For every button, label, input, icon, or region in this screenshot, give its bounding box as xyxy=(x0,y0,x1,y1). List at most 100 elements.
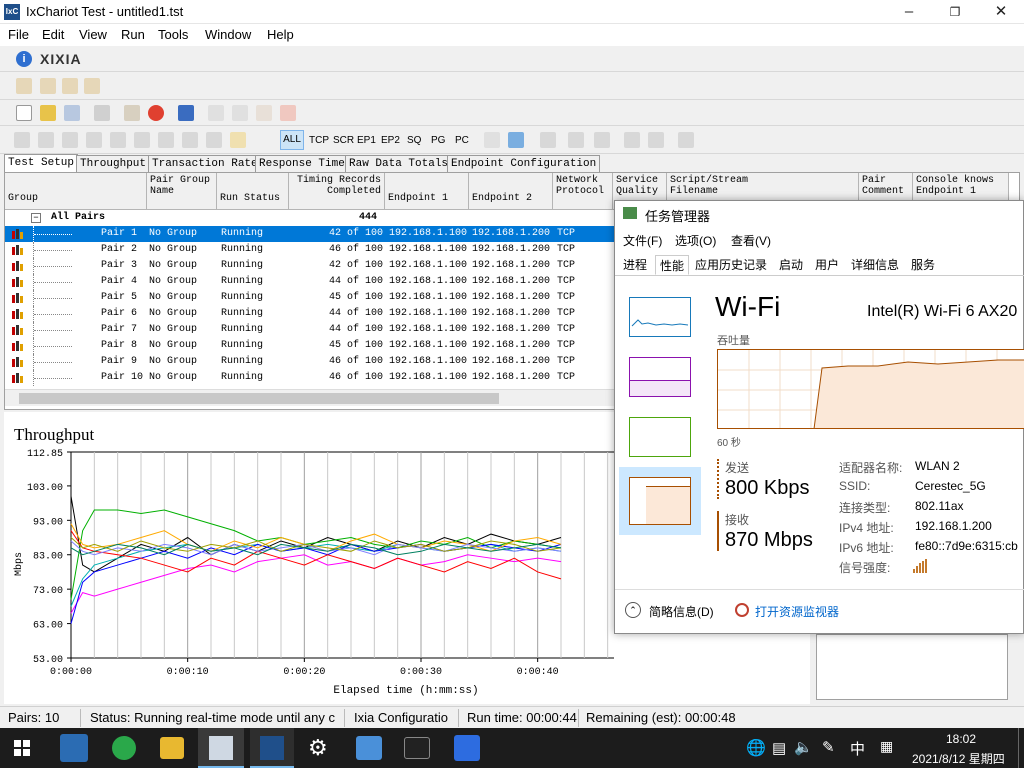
table-row[interactable]: Pair 7 No Group Running 44 of 100 192.168.1.… xyxy=(5,322,615,338)
menu-view[interactable]: View xyxy=(79,27,107,42)
memory-thumbnail[interactable] xyxy=(629,357,691,397)
tab-test-setup[interactable]: Test Setup xyxy=(4,154,79,172)
network-app-icon[interactable] xyxy=(356,736,382,760)
run-icon[interactable] xyxy=(124,105,140,121)
col-group[interactable]: Group xyxy=(5,173,147,210)
ixc-taskbar-button[interactable] xyxy=(250,728,294,768)
edit-icon[interactable] xyxy=(158,132,174,148)
clock-time[interactable]: 18:02 xyxy=(946,732,976,746)
script-icon[interactable] xyxy=(230,132,246,148)
cut-icon[interactable] xyxy=(208,105,224,121)
table-row[interactable]: Pair 6 No Group Running 44 of 100 192.168.1.… xyxy=(5,306,615,322)
terminal-icon[interactable] xyxy=(404,737,430,759)
all-pairs-row[interactable]: − All Pairs 444 xyxy=(5,210,615,226)
table-row[interactable]: Pair 8 No Group Running 45 of 100 192.168.1.… xyxy=(5,338,615,354)
script-icon[interactable] xyxy=(182,132,198,148)
tab-raw-data-totals[interactable]: Raw Data Totals xyxy=(345,155,453,172)
wps-icon[interactable] xyxy=(454,735,480,761)
filter-pg-button[interactable]: PG xyxy=(431,135,445,146)
tm-tab-processes[interactable]: 进程 xyxy=(619,255,651,275)
tab-transaction-rate[interactable]: Transaction Rate xyxy=(148,155,262,172)
wifi-thumbnail[interactable] xyxy=(629,477,691,525)
wifi-thumbnail-selected[interactable] xyxy=(619,467,701,535)
menu-tools[interactable]: Tools xyxy=(158,27,188,42)
tab-response-time[interactable]: Response Time xyxy=(255,155,349,172)
col-timing-records[interactable]: Timing Records Completed xyxy=(289,173,385,210)
brief-info-link[interactable]: 简略信息(D) xyxy=(649,603,714,620)
filter-pc-button[interactable]: PC xyxy=(455,135,469,146)
col-endpoint-1[interactable]: Endpoint 1 xyxy=(385,173,469,210)
tab-endpoint-configuration[interactable]: Endpoint Configuration xyxy=(447,155,601,172)
tm-menu-options[interactable]: 选项(O) xyxy=(675,232,716,249)
script-icon[interactable] xyxy=(206,132,222,148)
tm-menu-view[interactable]: 查看(V) xyxy=(731,232,771,249)
network-icon[interactable]: ▤ xyxy=(772,739,786,757)
table-row[interactable]: Pair 5 No Group Running 45 of 100 192.168.1.… xyxy=(5,290,615,306)
menu-run[interactable]: Run xyxy=(121,27,145,42)
tile-icon[interactable] xyxy=(568,132,584,148)
filter-scr-button[interactable]: SCR xyxy=(333,135,354,146)
print-icon[interactable] xyxy=(94,105,110,121)
pen-icon[interactable]: ✎ xyxy=(822,738,835,756)
filter-tcp-button[interactable]: TCP xyxy=(309,135,329,146)
start-windows-icon[interactable] xyxy=(14,740,30,756)
tm-tab-users[interactable]: 用户 xyxy=(811,255,843,275)
hand-icon[interactable] xyxy=(40,78,56,94)
tm-tab-details[interactable]: 详细信息 xyxy=(847,255,903,275)
tile-icon[interactable] xyxy=(594,132,610,148)
paste-icon[interactable] xyxy=(256,105,272,121)
menu-help[interactable]: Help xyxy=(267,27,294,42)
table-row[interactable]: Pair 2 No Group Running 46 of 100 192.168.1.… xyxy=(5,242,615,258)
maximize-button[interactable]: ❐ xyxy=(932,0,978,24)
table-row[interactable]: Pair 9 No Group Running 46 of 100 192.168.1.… xyxy=(5,354,615,370)
hand-icon[interactable] xyxy=(16,78,32,94)
pair-icon[interactable] xyxy=(86,132,102,148)
edit-icon[interactable] xyxy=(134,132,150,148)
minimize-button[interactable]: – xyxy=(886,0,932,24)
tm-menu-file[interactable]: 文件(F) xyxy=(623,232,662,249)
pair-icon[interactable] xyxy=(110,132,126,148)
open-resource-monitor-link[interactable]: 打开资源监视器 xyxy=(755,603,839,620)
cpu-thumbnail[interactable] xyxy=(629,297,691,337)
file-explorer-icon[interactable] xyxy=(160,737,184,759)
hand-icon[interactable] xyxy=(84,78,100,94)
show-desktop-button[interactable] xyxy=(1018,728,1019,768)
pair-icon[interactable] xyxy=(62,132,78,148)
col-run-status[interactable]: Run Status xyxy=(217,173,289,210)
tm-tab-performance[interactable]: 性能 xyxy=(655,255,690,275)
browser-icon[interactable] xyxy=(112,736,136,760)
col-endpoint-2[interactable]: Endpoint 2 xyxy=(469,173,553,210)
tm-tab-startup[interactable]: 启动 xyxy=(775,255,807,275)
language-globe-icon[interactable]: 🌐 xyxy=(746,738,766,758)
table-row[interactable]: Pair 1 No Group Running 42 of 100 192.168.1.… xyxy=(5,226,615,242)
exit-icon[interactable] xyxy=(678,132,694,148)
computer-app-icon[interactable] xyxy=(60,734,88,762)
open-folder-icon[interactable] xyxy=(40,105,56,121)
delete-icon[interactable] xyxy=(280,105,296,121)
settings-gear-icon[interactable]: ⚙ xyxy=(308,736,328,760)
close-button[interactable]: ✕ xyxy=(978,0,1024,24)
disk-thumbnail[interactable] xyxy=(629,417,691,457)
menu-edit[interactable]: Edit xyxy=(42,27,64,42)
tm-tab-services[interactable]: 服务 xyxy=(907,255,939,275)
options-icon[interactable] xyxy=(484,132,500,148)
scrollbar-thumb[interactable] xyxy=(19,393,499,404)
clock-date[interactable]: 2021/8/12 星期四 xyxy=(912,750,1005,767)
tab-throughput[interactable]: Throughput xyxy=(76,155,151,172)
filter-ep1-button[interactable]: EP1 xyxy=(357,135,376,146)
ixchariot-taskbar-button[interactable] xyxy=(198,728,244,768)
col-network-protocol[interactable]: Network Protocol xyxy=(553,173,613,210)
menu-window[interactable]: Window xyxy=(205,27,251,42)
filter-sq-button[interactable]: SQ xyxy=(407,135,421,146)
volume-muted-icon[interactable]: 🔈 xyxy=(794,738,813,756)
tile-icon[interactable] xyxy=(624,132,640,148)
filter-all-button[interactable]: ALL xyxy=(280,130,304,150)
filter-ep2-button[interactable]: EP2 xyxy=(381,135,400,146)
col-pair-group-name[interactable]: Pair Group Name xyxy=(147,173,217,210)
new-file-icon[interactable] xyxy=(16,105,32,121)
copy-icon[interactable] xyxy=(232,105,248,121)
window-icon[interactable] xyxy=(508,132,524,148)
pair-icon[interactable] xyxy=(14,132,30,148)
stop-icon[interactable] xyxy=(148,105,164,121)
ime-indicator[interactable]: 中 xyxy=(850,738,865,759)
